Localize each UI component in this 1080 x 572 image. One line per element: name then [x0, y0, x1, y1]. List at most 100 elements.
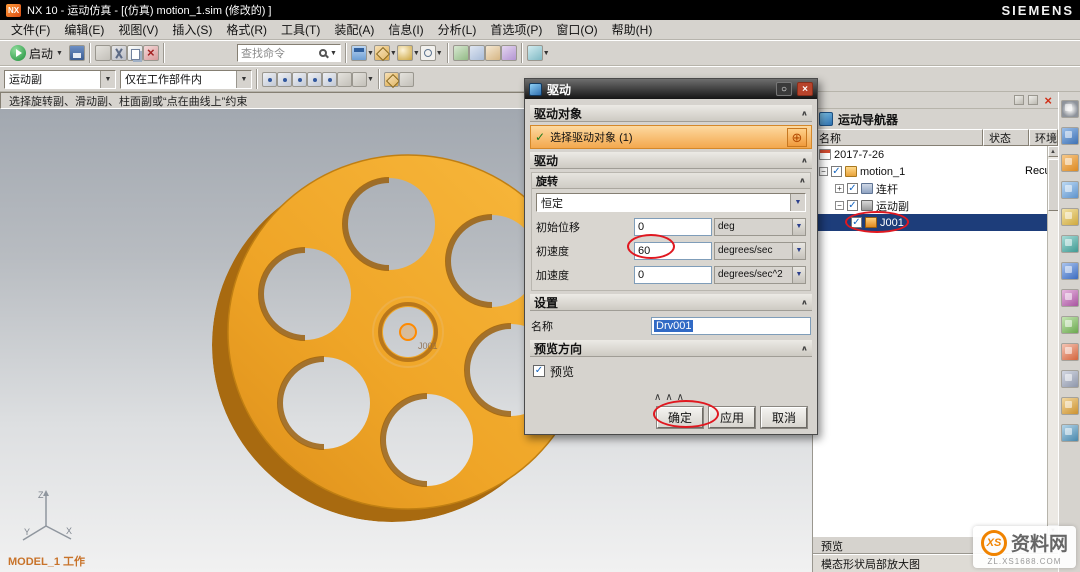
part-navigator-icon[interactable] — [1060, 181, 1079, 199]
acceleration-unit-combo[interactable]: degrees/sec^2 ▼ — [714, 265, 806, 284]
menu-tools[interactable]: 工具(T) — [274, 19, 327, 40]
scroll-thumb[interactable] — [1047, 159, 1058, 211]
existing-point-snap-icon[interactable] — [352, 71, 367, 87]
name-input[interactable]: Drv001 — [651, 316, 811, 335]
constraint-navigator-icon[interactable] — [1060, 154, 1079, 172]
touch-mode-icon[interactable] — [1060, 424, 1079, 442]
pan-icon[interactable] — [484, 45, 501, 61]
chevron-down-icon[interactable]: ▼ — [236, 70, 251, 88]
column-name[interactable]: 名称 — [813, 129, 983, 146]
manufacturing-wizard-icon[interactable] — [1060, 343, 1079, 361]
drive-section-header[interactable]: 驱动 ∧ — [530, 152, 812, 169]
dialog-collapse-chevrons[interactable]: ∧∧∧ — [525, 392, 817, 403]
panel-pin-icon[interactable] — [1028, 95, 1039, 105]
rotate-view-icon[interactable] — [500, 45, 517, 61]
navigator-scrollbar[interactable]: ▲ ▼ — [1047, 146, 1058, 536]
menu-insert[interactable]: 插入(S) — [165, 19, 219, 40]
measure-icon[interactable] — [526, 45, 543, 61]
save-icon[interactable] — [68, 45, 85, 61]
chevron-down-icon[interactable]: ▼ — [792, 242, 805, 259]
cancel-button[interactable]: 取消 — [761, 407, 807, 428]
point-on-curve-snap-icon[interactable] — [337, 71, 352, 87]
chevron-down-icon[interactable]: ▼ — [390, 50, 397, 57]
center-snap-icon[interactable] — [307, 71, 322, 87]
roles-icon[interactable] — [1060, 370, 1079, 388]
zoom-icon[interactable] — [468, 45, 485, 61]
preview-direction-section-header[interactable]: 预览方向 ∧ — [530, 340, 812, 357]
chevron-down-icon[interactable]: ▼ — [413, 50, 420, 57]
drive-object-section-header[interactable]: 驱动对象 ∧ — [530, 105, 812, 122]
expand-expander-icon[interactable]: + — [835, 184, 844, 193]
preview-checkbox[interactable]: ✓ — [533, 365, 545, 377]
intersection-snap-icon[interactable] — [292, 71, 307, 87]
scroll-track[interactable] — [1047, 157, 1058, 525]
column-status[interactable]: 状态 — [983, 129, 1029, 146]
cut-icon[interactable] — [110, 45, 127, 61]
process-studio-icon[interactable] — [1060, 316, 1079, 334]
web-browser-icon[interactable] — [1060, 262, 1079, 280]
column-environment[interactable]: 环境 — [1029, 129, 1058, 146]
dialog-reset-icon[interactable]: ○ — [776, 82, 792, 96]
chevron-down-icon[interactable]: ▼ — [367, 50, 374, 57]
dialog-close-icon[interactable]: × — [797, 82, 813, 96]
chevron-down-icon[interactable]: ▼ — [790, 194, 805, 211]
hd3d-tools-icon[interactable] — [1060, 235, 1079, 253]
settings-section-header[interactable]: 设置 ∧ — [530, 294, 812, 311]
chevron-down-icon[interactable]: ▼ — [367, 76, 374, 83]
chevron-down-icon[interactable]: ▼ — [792, 218, 805, 235]
menu-help[interactable]: 帮助(H) — [605, 19, 660, 40]
apply-button[interactable]: 应用 — [709, 407, 755, 428]
menu-edit[interactable]: 编辑(E) — [57, 19, 111, 40]
initial-velocity-unit-combo[interactable]: degrees/sec ▼ — [714, 241, 806, 260]
window-layout-icon[interactable] — [350, 45, 367, 61]
menu-view[interactable]: 视图(V) — [111, 19, 165, 40]
wcs-icon[interactable] — [383, 71, 399, 87]
tree-row-links[interactable]: + ✓ 连杆 — [813, 180, 1047, 197]
history-icon[interactable] — [1060, 289, 1079, 307]
menu-format[interactable]: 格式(R) — [219, 19, 274, 40]
menu-assemblies[interactable]: 装配(A) — [327, 19, 381, 40]
drive-dialog-titlebar[interactable]: 驱动 ○ × — [525, 79, 817, 99]
checkbox[interactable]: ✓ — [831, 166, 842, 177]
view-orientation-icon[interactable] — [373, 45, 390, 61]
endpoint-snap-icon[interactable] — [262, 71, 277, 87]
wireframe-style-icon[interactable] — [419, 45, 436, 61]
chevron-down-icon[interactable]: ▼ — [100, 70, 115, 88]
fit-view-icon[interactable] — [452, 45, 469, 61]
rotation-group-header[interactable]: 旋转 ∧ — [532, 173, 810, 189]
tree-row-j001[interactable]: ✓ J001 — [813, 214, 1047, 231]
tree-row-joints[interactable]: − ✓ 运动副 — [813, 197, 1047, 214]
menu-analysis[interactable]: 分析(L) — [431, 19, 484, 40]
checkbox[interactable]: ✓ — [851, 217, 862, 228]
initial-velocity-input[interactable]: 60 — [634, 241, 712, 260]
resource-options-gear-icon[interactable] — [1060, 100, 1079, 118]
delete-icon[interactable] — [142, 45, 159, 61]
panel-option-icon[interactable] — [1014, 95, 1025, 105]
ok-button[interactable]: 确定 — [657, 407, 703, 428]
initial-displacement-unit-combo[interactable]: deg ▼ — [714, 217, 806, 236]
undo-icon[interactable] — [94, 45, 111, 61]
panel-close-icon[interactable]: × — [1042, 94, 1054, 107]
menu-information[interactable]: 信息(I) — [381, 19, 430, 40]
chevron-down-icon[interactable]: ▼ — [436, 50, 443, 57]
copy-icon[interactable] — [126, 45, 143, 61]
tree-row-date[interactable]: 2017-7-26 — [813, 146, 1047, 163]
profile-type-combo[interactable]: 恒定 ▼ — [536, 193, 806, 212]
select-drive-object-row[interactable]: ✓ 选择驱动对象 (1) ⊕ — [530, 125, 812, 149]
reuse-library-icon[interactable] — [1060, 208, 1079, 226]
checkbox[interactable]: ✓ — [847, 200, 858, 211]
select-object-button[interactable]: ⊕ — [787, 127, 807, 147]
plane-tool-icon[interactable] — [398, 71, 414, 87]
start-button[interactable]: 启动 ▼ — [4, 42, 69, 65]
command-finder-input[interactable]: 查找命令 ▼ — [236, 44, 341, 62]
midpoint-snap-icon[interactable] — [277, 71, 292, 87]
initial-displacement-input[interactable]: 0 — [634, 217, 712, 236]
checkbox[interactable]: ✓ — [847, 183, 858, 194]
acceleration-input[interactable]: 0 — [634, 265, 712, 284]
collapse-expander-icon[interactable]: − — [835, 201, 844, 210]
scroll-up-icon[interactable]: ▲ — [1047, 146, 1058, 157]
joint-marker[interactable] — [399, 323, 417, 341]
menu-window[interactable]: 窗口(O) — [549, 19, 604, 40]
type-filter-combo[interactable]: 运动副 ▼ — [4, 69, 116, 89]
render-style-icon[interactable] — [396, 45, 413, 61]
